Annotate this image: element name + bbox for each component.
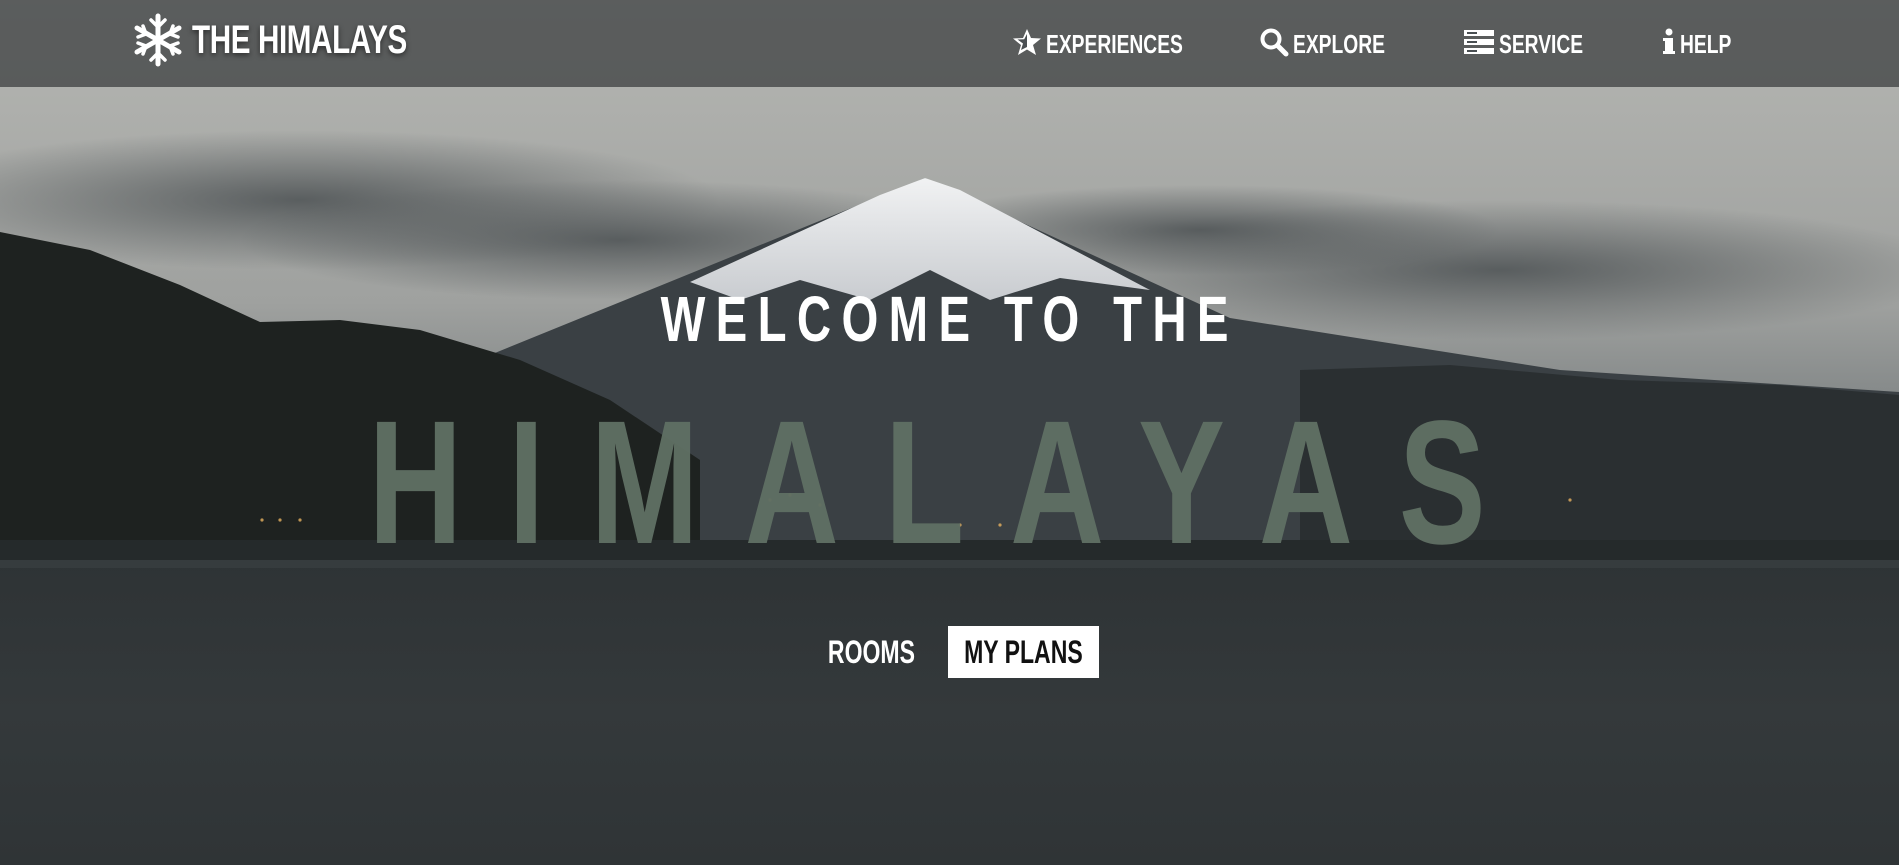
brand-name: THE HIMALAYS — [192, 17, 407, 62]
nav-service[interactable]: SERVICE — [1463, 24, 1613, 64]
info-icon — [1662, 27, 1676, 62]
top-navbar: THE HIMALAYS EXPERIENCES EXPLORE SERVICE… — [0, 0, 1899, 87]
search-icon — [1259, 27, 1289, 62]
nav-service-label: SERVICE — [1499, 28, 1584, 59]
rooms-button[interactable]: ROOMS — [812, 626, 930, 678]
star-icon — [1012, 27, 1042, 62]
nav-explore[interactable]: EXPLORE — [1259, 24, 1417, 64]
nav-help-label: HELP — [1680, 28, 1732, 59]
nav-experiences-label: EXPERIENCES — [1046, 28, 1183, 59]
hero-welcome-heading: WELCOME TO THE — [660, 283, 1239, 355]
brand-logo-link[interactable]: THE HIMALAYS — [132, 12, 482, 68]
hero-title: HIMALAYAS — [367, 385, 1532, 581]
server-icon — [1463, 28, 1495, 61]
nav-experiences[interactable]: EXPERIENCES — [1012, 24, 1231, 64]
nav-explore-label: EXPLORE — [1293, 28, 1385, 59]
snowflake-icon — [132, 12, 184, 68]
my-plans-button[interactable]: MY PLANS — [948, 626, 1099, 678]
nav-help[interactable]: HELP — [1662, 24, 1749, 64]
